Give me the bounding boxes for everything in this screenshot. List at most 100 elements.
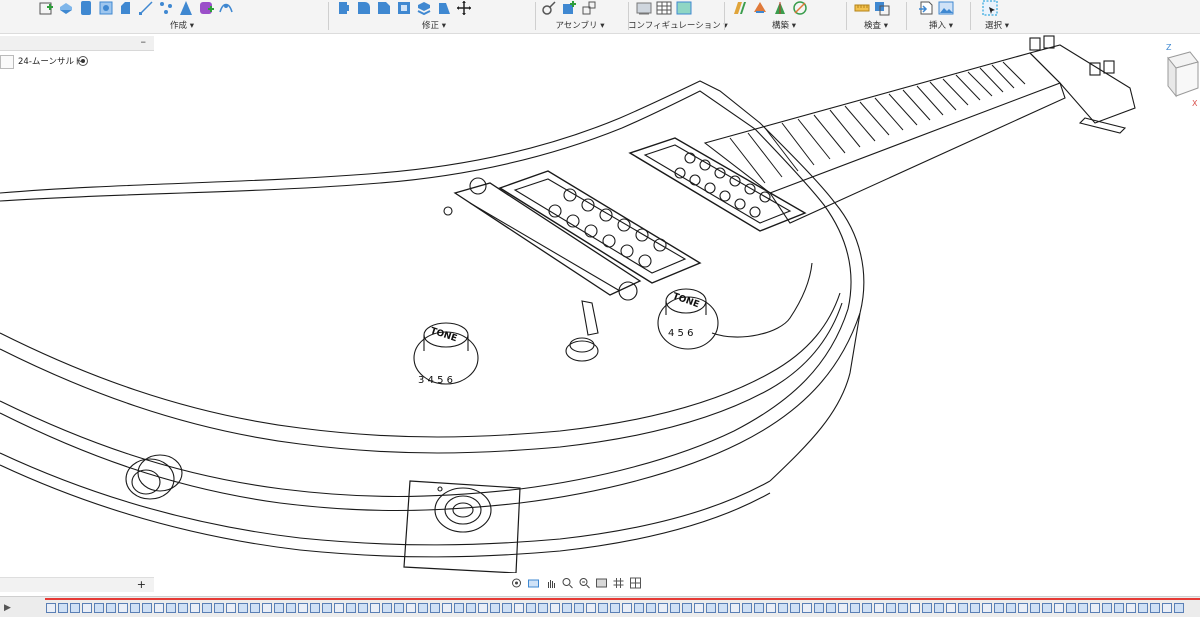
plane-angle-icon[interactable] (752, 0, 768, 16)
timeline-feature-icon[interactable] (610, 603, 620, 613)
timeline-feature-icon[interactable] (1126, 603, 1136, 613)
timeline-feature-icon[interactable] (442, 603, 452, 613)
rigid-group-icon[interactable] (581, 0, 597, 16)
timeline-feature-icon[interactable] (202, 603, 212, 613)
pan-icon[interactable] (544, 577, 557, 589)
display-settings-icon[interactable] (595, 577, 608, 589)
timeline-feature-icon[interactable] (454, 603, 464, 613)
timeline-feature-icon[interactable] (130, 603, 140, 613)
ribbon-label-insert[interactable]: 挿入 ▾ (918, 19, 964, 31)
timeline-feature-icon[interactable] (1018, 603, 1028, 613)
timeline-feature-icon[interactable] (946, 603, 956, 613)
timeline-feature-icon[interactable] (1162, 603, 1172, 613)
timeline-feature-icon[interactable] (1006, 603, 1016, 613)
timeline-feature-icon[interactable] (226, 603, 236, 613)
pattern-icon[interactable] (218, 0, 234, 16)
timeline-feature-icon[interactable] (958, 603, 968, 613)
timeline-feature-icon[interactable] (70, 603, 80, 613)
draft-icon[interactable] (436, 0, 452, 16)
timeline-feature-icon[interactable] (394, 603, 404, 613)
timeline-feature-icon[interactable] (574, 603, 584, 613)
timeline-feature-icon[interactable] (298, 603, 308, 613)
ribbon-label-select[interactable]: 選択 ▾ (982, 19, 1012, 31)
timeline-feature-icon[interactable] (82, 603, 92, 613)
timeline-feature-icon[interactable] (262, 603, 272, 613)
timeline-feature-icon[interactable] (838, 603, 848, 613)
timeline-feature-icon[interactable] (646, 603, 656, 613)
timeline-feature-icon[interactable] (874, 603, 884, 613)
joint-icon[interactable] (541, 0, 557, 16)
line-icon[interactable] (138, 0, 154, 16)
sweep-icon[interactable] (98, 0, 114, 16)
timeline-feature-icon[interactable] (1138, 603, 1148, 613)
press-pull-icon[interactable] (336, 0, 352, 16)
timeline-feature-icon[interactable] (754, 603, 764, 613)
timeline-feature-icon[interactable] (46, 603, 56, 613)
ribbon-label-assembly[interactable]: アセンブリ ▾ (533, 19, 627, 31)
timeline-feature-icon[interactable] (622, 603, 632, 613)
form-icon[interactable] (198, 0, 214, 16)
timeline-feature-icon[interactable] (850, 603, 860, 613)
point-icon[interactable] (158, 0, 174, 16)
box-icon[interactable] (118, 0, 134, 16)
timeline-feature-icon[interactable] (430, 603, 440, 613)
timeline-feature-icon[interactable] (682, 603, 692, 613)
interference-icon[interactable] (874, 0, 890, 16)
timeline-feature-icon[interactable] (922, 603, 932, 613)
timeline-feature-icon[interactable] (1054, 603, 1064, 613)
axis-icon[interactable] (772, 0, 788, 16)
timeline-marker[interactable] (45, 598, 1200, 600)
timeline-feature-icon[interactable] (826, 603, 836, 613)
offset-plane-icon[interactable] (732, 0, 748, 16)
timeline-feature-icon[interactable] (706, 603, 716, 613)
timeline-feature-icon[interactable] (466, 603, 476, 613)
timeline-feature-icon[interactable] (358, 603, 368, 613)
timeline-feature-icon[interactable] (406, 603, 416, 613)
ribbon-label-create[interactable]: 作成 ▾ (38, 19, 326, 31)
timeline-feature-icon[interactable] (670, 603, 680, 613)
timeline-feature-icon[interactable] (178, 603, 188, 613)
timeline-feature-icon[interactable] (886, 603, 896, 613)
timeline-feature-icon[interactable] (550, 603, 560, 613)
viewports-icon[interactable] (629, 577, 642, 589)
timeline-feature-icon[interactable] (310, 603, 320, 613)
timeline-feature-icon[interactable] (142, 603, 152, 613)
timeline-feature-icon[interactable] (118, 603, 128, 613)
timeline-feature-icon[interactable] (1114, 603, 1124, 613)
triangle-icon[interactable] (178, 0, 194, 16)
timeline-feature-icon[interactable] (742, 603, 752, 613)
timeline-feature-icon[interactable] (634, 603, 644, 613)
timeline-feature-icon[interactable] (154, 603, 164, 613)
timeline-feature-icon[interactable] (514, 603, 524, 613)
timeline-feature-icon[interactable] (658, 603, 668, 613)
timeline-feature-icon[interactable] (814, 603, 824, 613)
new-component-icon[interactable] (561, 0, 577, 16)
timeline-feature-icon[interactable] (166, 603, 176, 613)
shell-icon[interactable] (396, 0, 412, 16)
timeline-feature-icon[interactable] (970, 603, 980, 613)
timeline-feature-icon[interactable] (898, 603, 908, 613)
zoom-icon[interactable] (578, 577, 591, 589)
ribbon-label-construct[interactable]: 構築 ▾ (732, 19, 836, 31)
ribbon-label-inspect[interactable]: 検査 ▾ (854, 19, 898, 31)
timeline-feature-icon[interactable] (934, 603, 944, 613)
timeline-feature-icon[interactable] (334, 603, 344, 613)
timeline-feature-icon[interactable] (322, 603, 332, 613)
timeline-feature-icon[interactable] (382, 603, 392, 613)
timeline-feature-icon[interactable] (718, 603, 728, 613)
ribbon-label-configuration[interactable]: コンフィギュレーション ▾ (628, 19, 728, 31)
timeline-feature-icon[interactable] (1150, 603, 1160, 613)
timeline-feature-icon[interactable] (730, 603, 740, 613)
timeline-feature-icon[interactable] (346, 603, 356, 613)
timeline-feature-icon[interactable] (190, 603, 200, 613)
look-at-icon[interactable] (527, 577, 540, 589)
timeline-feature-icon[interactable] (994, 603, 1004, 613)
timeline-feature-icon[interactable] (214, 603, 224, 613)
move-icon[interactable] (456, 0, 472, 16)
timeline-feature-icon[interactable] (982, 603, 992, 613)
timeline-feature-icon[interactable] (766, 603, 776, 613)
timeline-feature-icon[interactable] (478, 603, 488, 613)
timeline-feature-icon[interactable] (910, 603, 920, 613)
timeline-feature-icon[interactable] (1174, 603, 1184, 613)
timeline-feature-icon[interactable] (1078, 603, 1088, 613)
